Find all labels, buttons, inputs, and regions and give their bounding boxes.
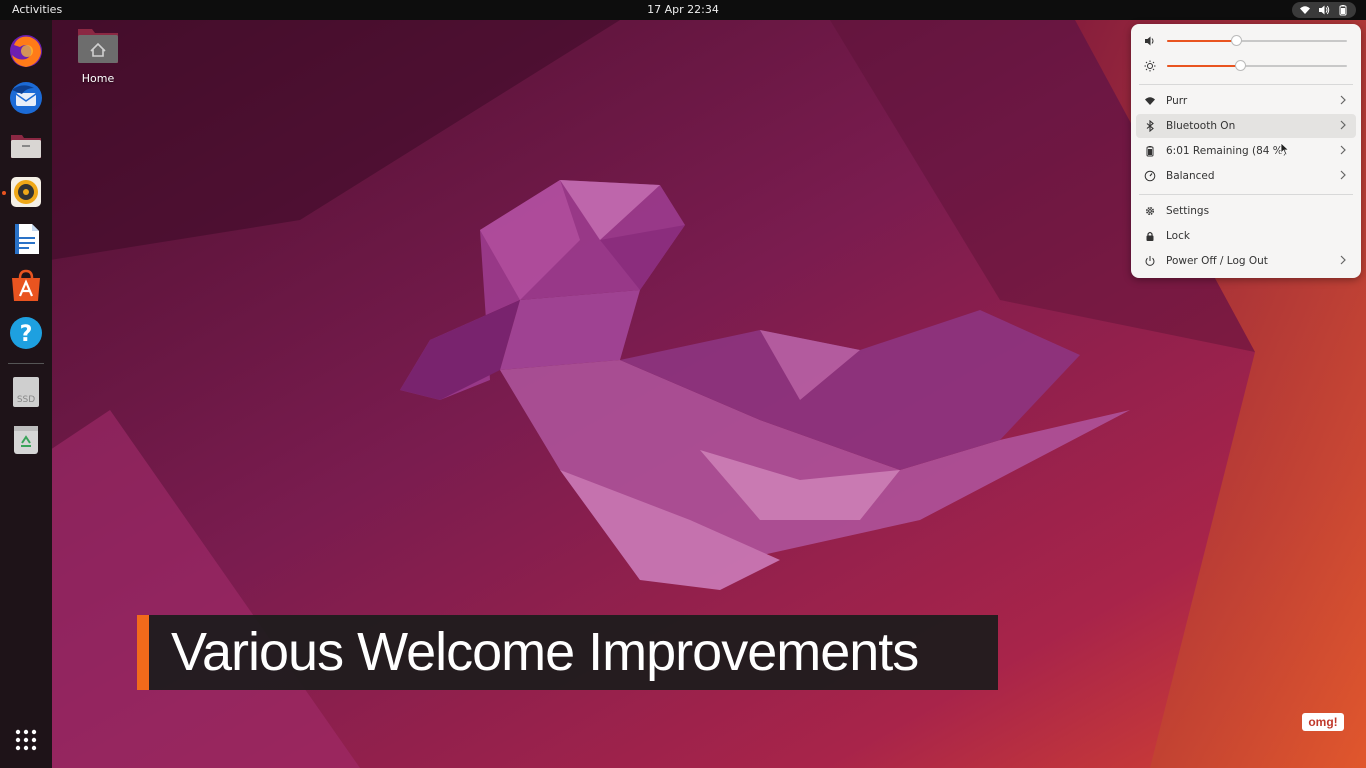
lock-icon [1146,231,1154,241]
menu-item-lock[interactable]: Lock [1136,224,1356,248]
app-grid-icon [15,729,37,751]
volume-slider[interactable] [1167,35,1347,46]
dock-app-writer[interactable] [8,221,44,257]
menu-item-label: Power Off / Log Out [1166,255,1268,267]
rhythmbox-icon [11,177,41,207]
running-indicator [2,191,6,195]
chevron-right-icon [1340,145,1346,155]
menu-item-label: 6:01 Remaining (84 %) [1166,145,1287,157]
caption-accent-bar [137,615,149,690]
menu-item-power-off[interactable]: Power Off / Log Out [1136,249,1356,273]
video-caption: Various Welcome Improvements [137,615,998,690]
brightness-slider-fill [1167,65,1241,67]
activities-button[interactable]: Activities [12,3,62,16]
wifi-icon [1300,6,1311,14]
svg-text:SSD: SSD [17,395,35,405]
dock-app-files[interactable] [8,127,44,163]
menu-item-battery[interactable]: 6:01 Remaining (84 %) [1136,139,1356,163]
brightness-icon [1144,60,1156,72]
home-folder-label: Home [81,72,115,85]
ssd-drive-icon: SSD [13,377,39,407]
menu-item-label: Settings [1166,205,1210,217]
clock[interactable]: 17 Apr 22:34 [0,3,1366,16]
dock-app-rhythmbox[interactable] [8,174,44,210]
help-icon: ? [10,317,42,349]
system-tray[interactable] [1292,2,1356,18]
menu-item-label: Bluetooth On [1166,120,1236,132]
watermark-text: omg! [1302,713,1344,731]
menu-item-wifi[interactable]: Purr [1136,89,1356,113]
writer-icon [15,224,39,254]
chevron-right-icon [1340,255,1346,265]
volume-slider-handle[interactable] [1231,35,1243,46]
dock-trash[interactable] [8,421,44,457]
dock-app-help[interactable]: ? [8,315,44,351]
quick-settings-menu: Purr Bluetooth On 6:01 Remaining (84 %) … [1131,24,1361,278]
firefox-icon [10,35,42,67]
brightness-slider[interactable] [1167,60,1347,71]
dock-app-thunderbird[interactable] [8,80,44,116]
dock-separator [8,363,44,364]
menu-separator [1139,194,1353,195]
power-mode-icon [1144,170,1156,182]
menu-item-label: Purr [1166,95,1188,107]
bluetooth-icon [1146,120,1154,132]
home-folder-icon [78,29,118,63]
chevron-right-icon [1340,120,1346,130]
volume-icon [1145,36,1154,46]
volume-slider-row [1131,30,1361,52]
svg-text:?: ? [20,322,33,347]
brightness-slider-row [1131,55,1361,77]
dock: ? SSD [0,20,52,768]
battery-icon [1146,146,1154,157]
caption-box: Various Welcome Improvements [149,615,998,690]
brightness-slider-handle[interactable] [1234,60,1246,71]
menu-item-bluetooth[interactable]: Bluetooth On [1136,114,1356,138]
thunderbird-icon [10,82,42,114]
dock-drive-ssd[interactable]: SSD [8,374,44,410]
chevron-right-icon [1340,95,1346,105]
omg-watermark-logo: omg! [1302,713,1344,735]
menu-item-settings[interactable]: Settings [1136,199,1356,223]
volume-slider-fill [1167,40,1238,42]
dock-app-firefox[interactable] [8,33,44,69]
dock-app-software[interactable] [8,268,44,304]
trash-icon [14,426,38,454]
menu-item-power-mode[interactable]: Balanced [1136,164,1356,188]
wifi-icon [1145,97,1155,105]
mouse-pointer-icon [1280,142,1290,156]
menu-separator [1139,84,1353,85]
menu-item-label: Lock [1166,230,1190,242]
caption-text: Various Welcome Improvements [171,622,919,682]
desktop-home-folder[interactable]: Home [74,26,122,85]
menu-item-label: Balanced [1166,170,1215,182]
battery-icon [1339,5,1347,16]
chevron-right-icon [1340,170,1346,180]
volume-icon [1318,5,1330,15]
files-icon [11,135,41,158]
gear-icon [1145,206,1155,216]
top-bar: Activities 17 Apr 22:34 [0,0,1366,20]
software-icon [12,269,40,301]
show-applications-button[interactable] [8,722,44,758]
power-icon [1145,256,1155,266]
